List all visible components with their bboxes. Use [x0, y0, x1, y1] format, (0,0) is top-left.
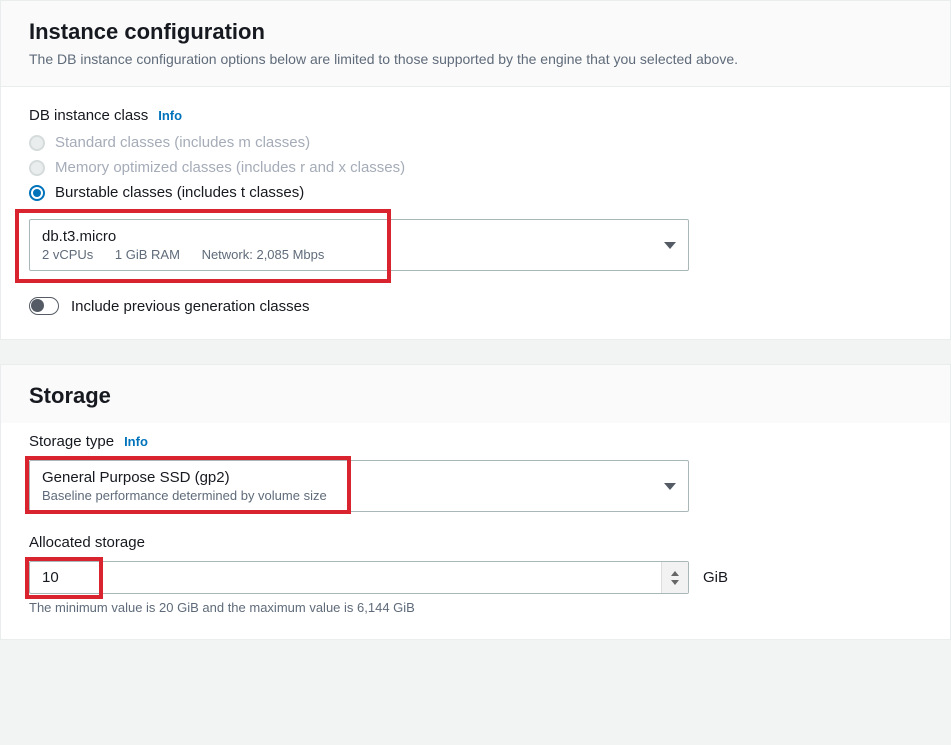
- radio-icon: [29, 160, 45, 176]
- allocated-storage-label: Allocated storage: [29, 534, 922, 551]
- instance-class-radio-group: Standard classes (includes m classes) Me…: [29, 134, 922, 201]
- db-instance-class-text: DB instance class: [29, 107, 148, 124]
- chevron-down-icon: [664, 242, 676, 249]
- instance-class-select-value: db.t3.micro: [42, 228, 342, 245]
- storage-type-info-link[interactable]: Info: [124, 434, 148, 449]
- storage-header: Storage: [1, 365, 950, 423]
- spinner-up-button[interactable]: [671, 569, 679, 578]
- number-spinner: [661, 562, 688, 593]
- chevron-down-icon: [671, 580, 679, 585]
- storage-title: Storage: [29, 383, 922, 409]
- instance-vcpu: 2 vCPUs: [42, 247, 93, 262]
- allocated-storage-text: Allocated storage: [29, 534, 145, 551]
- storage-type-select-content: General Purpose SSD (gp2) Baseline perfo…: [42, 469, 327, 503]
- storage-type-label: Storage type Info: [29, 433, 922, 450]
- storage-type-select-sub: Baseline performance determined by volum…: [42, 488, 327, 503]
- radio-burstable-classes[interactable]: Burstable classes (includes t classes): [29, 184, 922, 201]
- chevron-down-icon: [664, 483, 676, 490]
- instance-config-panel: Instance configuration The DB instance c…: [0, 0, 951, 340]
- instance-config-body: DB instance class Info Standard classes …: [1, 87, 950, 339]
- chevron-up-icon: [671, 571, 679, 576]
- instance-network: Network: 2,085 Mbps: [202, 247, 325, 262]
- db-instance-class-label: DB instance class Info: [29, 107, 922, 124]
- include-prev-gen-label: Include previous generation classes: [71, 298, 309, 315]
- instance-ram: 1 GiB RAM: [115, 247, 180, 262]
- allocated-storage-helper: The minimum value is 20 GiB and the maxi…: [29, 600, 922, 615]
- radio-memory-label: Memory optimized classes (includes r and…: [55, 159, 405, 176]
- toggle-knob-icon: [31, 299, 44, 312]
- allocated-storage-input[interactable]: [30, 562, 661, 593]
- radio-burstable-label: Burstable classes (includes t classes): [55, 184, 304, 201]
- allocated-storage-unit: GiB: [703, 569, 728, 586]
- storage-body: Storage type Info General Purpose SSD (g…: [1, 423, 950, 639]
- radio-standard-label: Standard classes (includes m classes): [55, 134, 310, 151]
- instance-class-select-details: 2 vCPUs 1 GiB RAM Network: 2,085 Mbps: [42, 247, 342, 262]
- allocated-storage-input-wrap: [29, 561, 689, 594]
- storage-type-select[interactable]: General Purpose SSD (gp2) Baseline perfo…: [29, 460, 689, 512]
- instance-config-title: Instance configuration: [29, 19, 922, 45]
- instance-config-header: Instance configuration The DB instance c…: [1, 1, 950, 87]
- include-prev-gen-toggle[interactable]: [29, 297, 59, 315]
- spinner-down-button[interactable]: [671, 578, 679, 587]
- storage-panel: Storage Storage type Info General Purpos…: [0, 364, 951, 640]
- instance-class-select-content: db.t3.micro 2 vCPUs 1 GiB RAM Network: 2…: [42, 228, 342, 262]
- radio-icon: [29, 135, 45, 151]
- radio-standard-classes[interactable]: Standard classes (includes m classes): [29, 134, 922, 151]
- include-prev-gen-row: Include previous generation classes: [29, 297, 922, 315]
- db-instance-class-info-link[interactable]: Info: [158, 108, 182, 123]
- radio-memory-optimized-classes[interactable]: Memory optimized classes (includes r and…: [29, 159, 922, 176]
- instance-config-desc: The DB instance configuration options be…: [29, 49, 922, 70]
- storage-type-text: Storage type: [29, 433, 114, 450]
- storage-type-select-value: General Purpose SSD (gp2): [42, 469, 327, 486]
- instance-class-select[interactable]: db.t3.micro 2 vCPUs 1 GiB RAM Network: 2…: [29, 219, 689, 271]
- radio-icon: [29, 185, 45, 201]
